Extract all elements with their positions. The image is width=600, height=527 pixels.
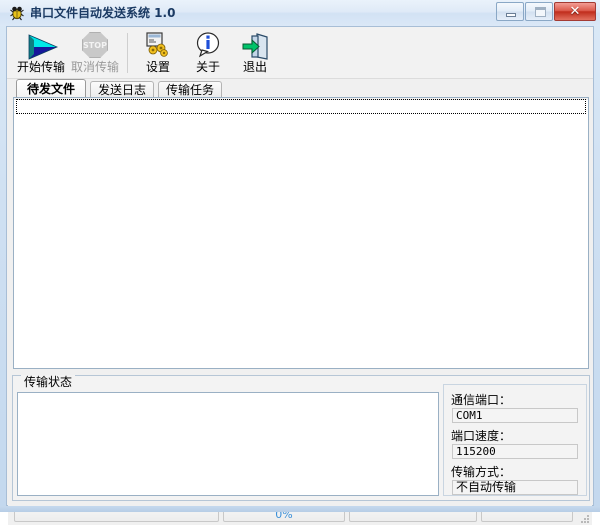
info-balloon-icon (191, 30, 225, 60)
app-bug-icon (9, 5, 25, 21)
transfer-mode-label: 传输方式： (451, 465, 512, 479)
client-area: 开始传输 STOP 取消传输 设置 关于 退出 待发文件 发送日志 传输任务 传… (6, 26, 594, 525)
stop-icon: STOP (78, 30, 112, 60)
settings-button[interactable]: 设置 (132, 29, 184, 77)
window-title: 串口文件自动发送系统 1.0 (30, 6, 176, 20)
about-label: 关于 (195, 60, 220, 74)
port-value: COM1 (452, 408, 578, 423)
exit-label: 退出 (242, 60, 267, 74)
cancel-transfer-label: 取消传输 (70, 60, 119, 74)
tab-pending-files-label: 待发文件 (26, 82, 75, 96)
start-transfer-button[interactable]: 开始传输 (15, 29, 67, 77)
maximize-button[interactable] (525, 2, 553, 21)
transfer-status-log[interactable] (17, 392, 439, 496)
baudrate-value: 115200 (452, 444, 578, 459)
transfer-status-title: 传输状态 (21, 375, 76, 389)
close-button[interactable]: ✕ (554, 2, 596, 21)
transfer-mode-value: 不自动传输 (452, 480, 578, 495)
window-bottom-edge (0, 506, 600, 512)
play-icon (24, 30, 59, 60)
list-focus-row[interactable] (16, 99, 586, 114)
toolbar-separator-1 (127, 33, 128, 73)
resize-grip-icon[interactable] (578, 512, 590, 524)
start-transfer-label: 开始传输 (16, 60, 65, 74)
settings-gears-icon (141, 30, 175, 60)
tab-strip: 待发文件 发送日志 传输任务 (8, 79, 592, 97)
exit-door-icon (238, 30, 272, 60)
port-label: 通信端口： (451, 393, 512, 407)
minimize-button[interactable] (496, 2, 524, 21)
transfer-status-group: 传输状态 通信端口： COM1 端口速度： 115200 传输方式： 不自动传输 (12, 375, 590, 501)
tab-pending-files[interactable]: 待发文件 (16, 79, 86, 97)
stop-octagon: STOP (82, 32, 108, 58)
settings-label: 设置 (145, 60, 170, 74)
pending-files-list[interactable] (13, 97, 589, 369)
connection-settings-panel: 通信端口： COM1 端口速度： 115200 传输方式： 不自动传输 (443, 384, 587, 496)
minimize-icon (506, 13, 516, 17)
baudrate-label: 端口速度： (451, 429, 512, 443)
window-controls: ✕ (496, 2, 596, 22)
cancel-transfer-button[interactable]: STOP 取消传输 (69, 29, 121, 77)
title-bar[interactable]: 串口文件自动发送系统 1.0 ✕ (0, 0, 600, 26)
exit-button[interactable]: 退出 (229, 29, 281, 77)
close-icon: ✕ (569, 4, 581, 19)
toolbar: 开始传输 STOP 取消传输 设置 关于 退出 (7, 27, 593, 79)
tab-transfer-tasks[interactable]: 传输任务 (158, 81, 222, 97)
tab-send-log-label: 发送日志 (97, 83, 146, 97)
about-button[interactable]: 关于 (182, 29, 234, 77)
maximize-icon (535, 7, 546, 17)
application-window: 串口文件自动发送系统 1.0 ✕ 开始传输 STOP 取消传输 设置 关于 退出… (0, 0, 600, 525)
tab-transfer-tasks-label: 传输任务 (165, 83, 214, 97)
tab-send-log[interactable]: 发送日志 (90, 81, 154, 97)
